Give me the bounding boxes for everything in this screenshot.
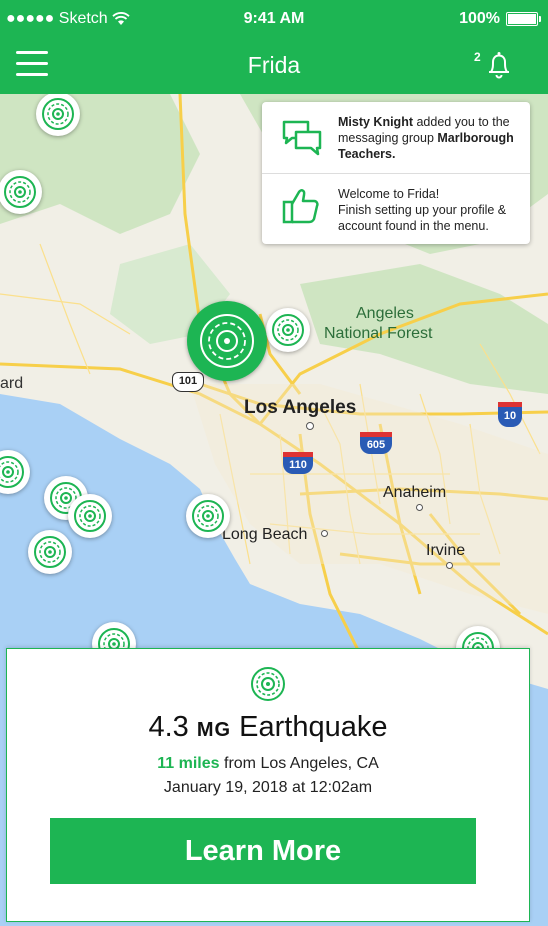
map-label-los-angeles: Los Angeles [244,397,357,418]
highway-shield-label: 10 [503,410,517,422]
quake-title: 4.3 MG Earthquake [7,711,529,744]
notification-title: Welcome to Frida! [338,187,440,201]
quake-distance: 11 miles from Los Angeles, CA [7,755,529,773]
highway-shield-label: 605 [366,439,386,451]
quake-location: from Los Angeles, CA [219,755,379,772]
quake-target-icon [4,176,36,208]
quake-unit: MG [196,719,232,741]
battery: 100% [459,10,541,28]
quake-marker[interactable] [68,494,112,538]
quake-target-icon [0,456,24,488]
selected-quake-marker[interactable] [187,301,267,381]
highway-shield-605: 605 [360,432,392,454]
quake-target-icon [200,314,254,368]
notification-item-welcome[interactable]: Welcome to Frida! Finish setting up your… [262,174,530,244]
thumbs-up-icon [282,189,319,224]
quake-marker[interactable] [0,450,30,494]
quake-target-icon [42,98,74,130]
battery-percent: 100% [459,10,500,27]
city-dot [446,562,453,569]
quake-date: January 19, 2018 at 12:02am [163,779,373,796]
quake-target-icon [251,667,285,701]
chat-bubbles-icon [282,120,322,156]
city-dot [416,504,423,511]
quake-marker[interactable] [186,494,230,538]
status-bar: ●●●●● Sketch 9:41 AM 100% [0,0,548,40]
quake-target-icon [272,314,304,346]
map-label-long-beach: Long Beach [222,526,308,543]
quake-marker[interactable] [28,530,72,574]
map-label-angeles: Angeles [356,305,414,322]
bell-icon [489,52,509,79]
notifications-button[interactable]: 2 [474,48,516,82]
notification-body: Finish setting up your profile & account… [338,203,507,233]
map-label-irvine: Irvine [426,542,466,559]
notification-sender: Misty Knight [338,115,413,129]
city-dot [306,422,314,430]
quake-detail-card: 4.3 MG Earthquake 11 miles from Los Ange… [6,648,530,922]
quake-magnitude: 4.3 [148,711,189,743]
notification-item-message-group[interactable]: Misty Knight added you to the messaging … [262,102,530,172]
highway-shield-110: 110 [283,452,313,474]
notification-panel: Misty Knight added you to the messaging … [262,102,530,244]
highway-shield-label: 110 [289,459,307,471]
notification-text: Misty Knight added you to the messaging … [338,114,518,162]
top-bar: ●●●●● Sketch 9:41 AM 100% Frida 2 [0,0,548,94]
quake-target-icon [192,500,224,532]
notification-count: 2 [474,50,481,64]
page-title: Frida [247,52,301,78]
city-dot [321,530,328,537]
quake-target-icon [34,536,66,568]
map-label-national-forest: National Forest [324,325,433,342]
nav-bar: Frida 2 [0,40,548,94]
battery-icon [506,12,541,26]
map-label-ard: ard [0,375,24,392]
quake-miles: 11 miles [157,755,220,772]
quake-marker[interactable] [0,170,42,214]
quake-event: Earthquake [239,711,388,743]
quake-marker[interactable] [266,308,310,352]
notification-text: Welcome to Frida! Finish setting up your… [338,186,518,234]
highway-shield-10: 10 [498,402,522,427]
quake-target-icon [74,500,106,532]
learn-more-button[interactable]: Learn More [50,818,476,884]
map-label-anaheim: Anaheim [383,484,447,501]
quake-marker[interactable] [36,94,80,136]
